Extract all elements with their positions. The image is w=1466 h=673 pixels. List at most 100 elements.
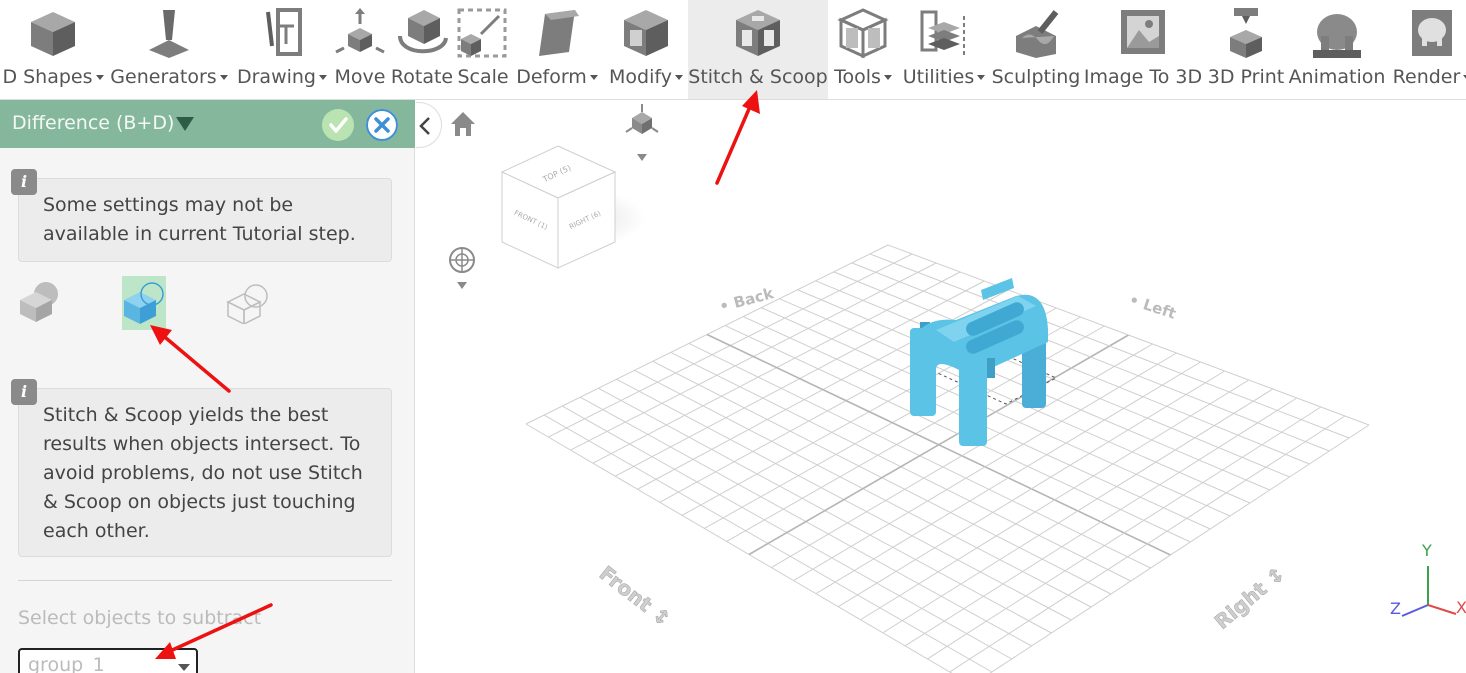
toolbar-item-image-to-3d[interactable]: Image To 3D (1082, 0, 1204, 99)
stitch-scoop-tip: i Stitch & Scoop yields the best results… (11, 379, 392, 557)
tutorial-notice: i Some settings may not be available in … (11, 169, 392, 262)
toolbar-label: Render (1392, 66, 1461, 88)
divider (18, 580, 392, 581)
image-to-3d-icon (1121, 10, 1165, 54)
zoom-extents-icon[interactable] (449, 247, 475, 289)
toolbar-label: Sculpting (991, 66, 1081, 88)
union-icon (20, 282, 58, 322)
intersection-icon (226, 284, 268, 326)
grid-line (927, 406, 1322, 660)
toolbar-label: Generators (110, 66, 217, 88)
chevron-down-icon (178, 664, 190, 671)
check-icon (329, 117, 348, 133)
chevron-down-icon (95, 75, 104, 80)
3d-shapes-icon (31, 12, 75, 56)
tip-text: Stitch & Scoop yields the best results w… (43, 404, 363, 542)
deform-icon (539, 10, 579, 56)
toolbar-item-utilities[interactable]: Utilities (898, 0, 990, 99)
scale-icon (457, 8, 507, 58)
toolbar-item-animation[interactable]: Animation (1288, 0, 1386, 99)
chevron-down-icon (674, 75, 683, 80)
toolbar-item-scale[interactable]: Scale (456, 0, 510, 99)
grid-label-left: • Left (1127, 291, 1178, 323)
rotate-icon (398, 10, 448, 54)
chevron-down-icon (319, 75, 327, 80)
grid-label-back: • Back (717, 284, 776, 316)
toolbar-label: Animation (1288, 66, 1386, 88)
toolbar-item-stitch-scoop[interactable]: Stitch & Scoop (688, 0, 828, 99)
chevron-down-icon (977, 75, 986, 80)
toolbar-label: Deform (516, 66, 587, 88)
difference-operation-button[interactable] (122, 276, 166, 330)
intersection-operation-button[interactable] (226, 280, 270, 326)
toolbar-item-3d-print[interactable]: 3D Print (1204, 0, 1288, 99)
info-icon: i (11, 169, 37, 195)
chevron-left-icon (419, 117, 430, 135)
toolbar-item-sculpting[interactable]: Sculpting (990, 0, 1082, 99)
info-icon: i (11, 379, 37, 405)
subtract-objects-label: Select objects to subtract (18, 607, 262, 629)
grid-line (949, 415, 1346, 673)
operation-title[interactable]: Difference (B+D) (12, 112, 174, 134)
difference-icon (124, 282, 164, 324)
toolbar-item-tools[interactable]: Tools (828, 0, 898, 99)
notice-text: Some settings may not be available in cu… (43, 194, 356, 245)
toolbar-item-render[interactable]: Render (1386, 0, 1466, 99)
axis-label-z: Z (1390, 599, 1401, 618)
move-icon (335, 8, 385, 54)
perspective-icon[interactable] (625, 104, 659, 161)
home-icon[interactable] (451, 112, 475, 136)
toolbar-label: Stitch & Scoop (688, 66, 828, 88)
subtract-objects-select[interactable]: group_1 (18, 648, 198, 673)
toolbar-item-drawing[interactable]: Drawing (232, 0, 332, 99)
chevron-down-icon (219, 75, 228, 80)
union-operation-button[interactable] (16, 280, 60, 324)
collapse-panel-button[interactable] (416, 102, 442, 148)
grid-line (525, 423, 953, 673)
toolbar-item-modify[interactable]: Modify (604, 0, 688, 99)
chevron-down-icon (883, 75, 892, 80)
toolbar-label: 3D Print (1207, 66, 1285, 88)
close-icon (366, 109, 398, 141)
stitch-scoop-icon (736, 10, 780, 56)
scene-canvas: • Back • Left Front ↕ Right ↕ TOP (5) FR… (449, 104, 1466, 673)
toolbar-item-3d-shapes[interactable]: D Shapes (0, 0, 106, 99)
tools-icon (837, 8, 889, 59)
toolbar-label: Utilities (902, 66, 975, 88)
toolbar-label: Drawing (236, 66, 316, 88)
toolbar-item-rotate[interactable]: Rotate (388, 0, 456, 99)
axes-gizmo: Y Z X (1390, 541, 1466, 618)
stitch-scoop-panel: Difference (B+D) i Some settings may not… (0, 100, 415, 673)
sculpting-icon (1016, 10, 1059, 58)
grid-line (989, 424, 1370, 673)
toolbar-label: Move (334, 66, 386, 88)
cancel-button[interactable] (366, 109, 398, 141)
confirm-button[interactable] (322, 109, 354, 141)
toolbar-label: D Shapes (2, 66, 93, 88)
subtract-objects-value: group_1 (28, 654, 105, 673)
3d-viewport[interactable]: • Back • Left Front ↕ Right ↕ TOP (5) FR… (416, 100, 1466, 673)
animation-icon (1313, 14, 1361, 58)
axis-label-y: Y (1421, 541, 1432, 560)
main-toolbar: D Shapes Generators Drawing Move Rotate (0, 0, 1466, 100)
drawing-icon (266, 8, 302, 56)
utilities-icon (920, 10, 965, 56)
axis-label-x: X (1456, 598, 1466, 617)
grid-label-front: Front ↕ (595, 561, 676, 631)
modify-icon (624, 10, 668, 56)
chevron-down-icon[interactable] (176, 117, 194, 131)
toolbar-label: Scale (457, 66, 509, 88)
toolbar-item-move[interactable]: Move (332, 0, 388, 99)
render-icon (1412, 10, 1452, 56)
3d-print-icon (1230, 8, 1262, 58)
toolbar-label: Tools (834, 66, 881, 88)
grid-label-right: Right ↕ (1210, 561, 1290, 633)
generators-icon (149, 10, 189, 58)
view-cube[interactable]: TOP (5) FRONT (1) RIGHT (6) (500, 145, 617, 269)
toolbar-label: Image To 3D (1083, 66, 1203, 88)
toolbar-label: Modify (609, 66, 672, 88)
toolbar-label: Rotate (390, 66, 454, 88)
chevron-down-icon (589, 75, 598, 80)
toolbar-item-generators[interactable]: Generators (106, 0, 232, 99)
toolbar-item-deform[interactable]: Deform (510, 0, 604, 99)
